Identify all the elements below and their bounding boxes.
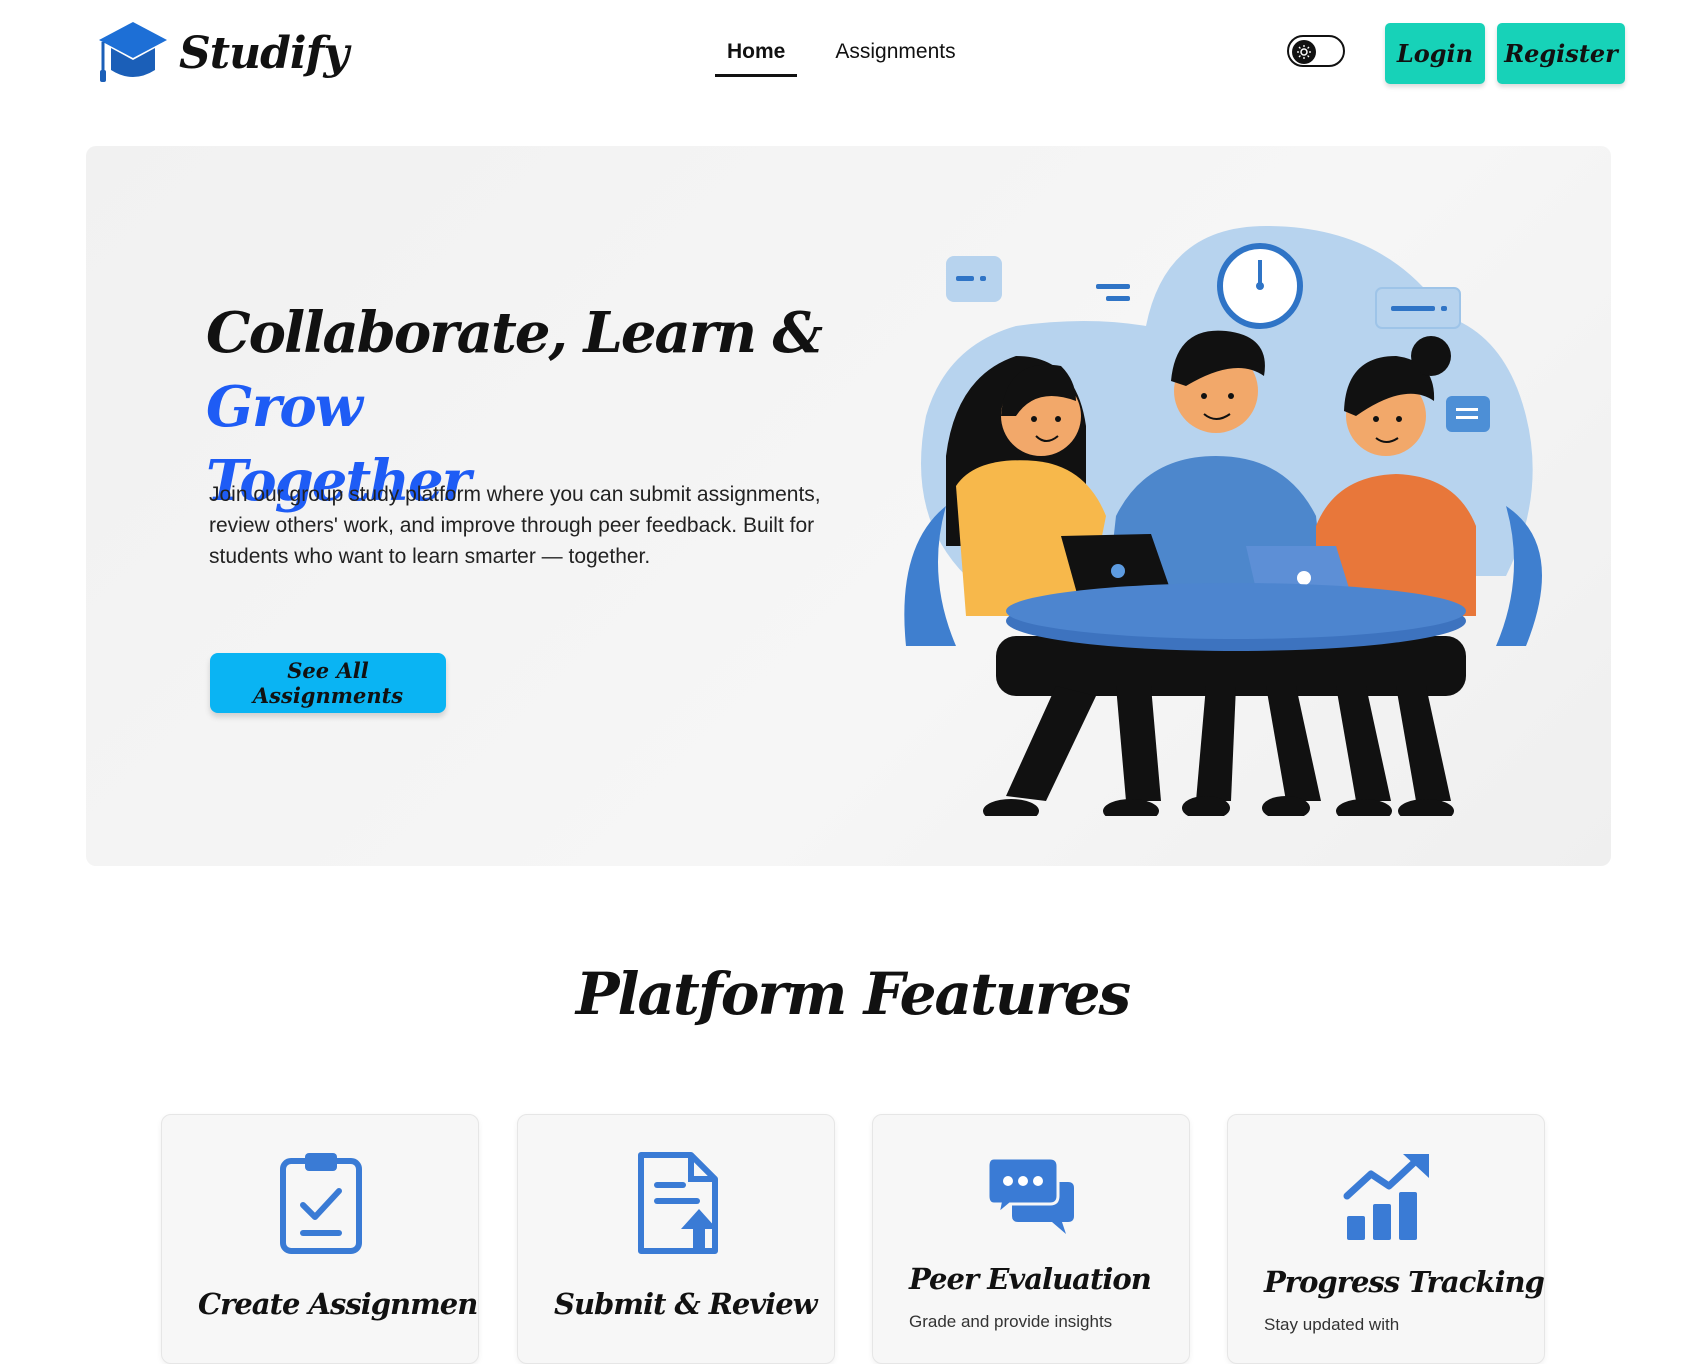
main-nav: Home Assignments — [715, 36, 968, 77]
feature-title: Peer Evaluation — [909, 1262, 1152, 1296]
navbar: Studify Home Assignments Login Register — [0, 0, 1705, 110]
brand-name: Studify — [179, 27, 349, 79]
toggle-knob — [1292, 40, 1316, 64]
nav-assignments-link[interactable]: Assignments — [823, 36, 967, 77]
register-button[interactable]: Register — [1497, 23, 1625, 84]
students-collaborating-illustration — [904, 226, 1542, 816]
login-button[interactable]: Login — [1385, 23, 1485, 84]
feature-card-progress-tracking[interactable]: Progress Tracking Stay updated with — [1227, 1114, 1545, 1364]
chart-growth-icon — [1343, 1154, 1429, 1240]
theme-toggle[interactable] — [1287, 35, 1345, 67]
feature-card-peer-evaluation[interactable]: Peer Evaluation Grade and provide insigh… — [872, 1114, 1190, 1364]
hero-title-accent-grow: Grow — [206, 374, 363, 440]
feature-card-create-assignments[interactable]: Create Assignments — [161, 1114, 479, 1364]
graduation-cap-icon — [99, 22, 167, 82]
feature-card-submit-review[interactable]: Submit & Review — [517, 1114, 835, 1364]
brand-logo[interactable]: Studify — [97, 20, 349, 86]
features-heading: Platform Features — [575, 960, 1131, 1028]
feature-title: Create Assignments — [198, 1287, 479, 1321]
hero-section: Collaborate, Learn & Grow Together Join … — [86, 146, 1611, 866]
hero-description: Join our group study platform where you … — [209, 483, 821, 568]
clipboard-check-icon — [280, 1153, 362, 1254]
feature-description: Grade and provide insights — [909, 1312, 1113, 1331]
file-upload-icon — [638, 1152, 718, 1254]
see-all-assignments-button[interactable]: See All Assignments — [210, 653, 446, 713]
nav-home-link[interactable]: Home — [715, 36, 798, 77]
feature-title: Progress Tracking — [1264, 1265, 1544, 1299]
feature-title: Submit & Review — [554, 1287, 818, 1321]
chat-bubbles-icon — [988, 1156, 1074, 1234]
feature-description: Stay updated with — [1264, 1315, 1400, 1334]
sun-icon — [1297, 45, 1311, 59]
hero-title-text: Collaborate, Learn & — [206, 300, 823, 366]
